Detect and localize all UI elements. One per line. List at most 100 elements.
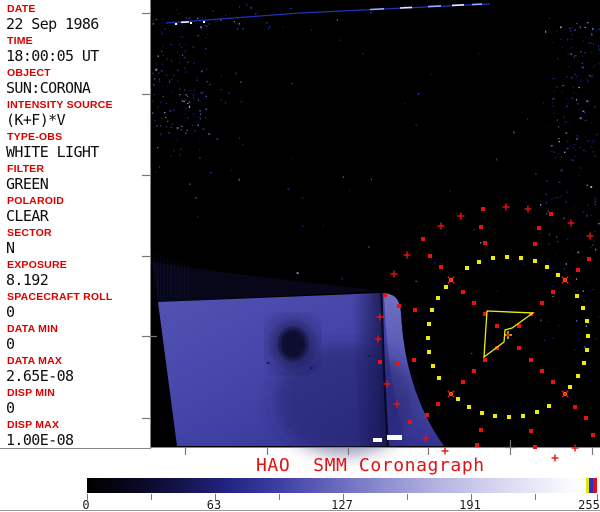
noise-speckle — [205, 16, 206, 17]
noise-speckle — [526, 202, 527, 203]
noise-speckle — [176, 128, 177, 129]
noise-speckle — [591, 52, 592, 53]
colorbar-tick-label: 63 — [207, 498, 221, 512]
noise-speckle — [581, 51, 582, 52]
noise-speckle — [159, 81, 160, 82]
grid-dot-red — [481, 207, 485, 211]
noise-speckle — [185, 51, 186, 53]
noise-speckle — [546, 213, 547, 214]
noise-speckle — [576, 320, 577, 322]
grid-dot-red — [425, 413, 429, 417]
noise-speckle — [161, 70, 163, 72]
diagonal-x-marker — [562, 277, 568, 283]
noise-speckle — [187, 130, 188, 131]
sun-center-marker — [507, 334, 510, 337]
noise-speckle — [595, 155, 596, 157]
noise-speckle — [573, 147, 574, 148]
noise-speckle — [225, 15, 226, 16]
noise-speckle — [337, 20, 338, 21]
noise-speckle — [595, 204, 596, 205]
grid-dot-red — [439, 265, 443, 269]
saturated-dash — [387, 435, 402, 440]
noise-speckle — [566, 263, 567, 264]
grid-dot-red — [529, 312, 533, 316]
grid-dot-red — [483, 312, 487, 316]
noise-speckle — [208, 133, 210, 135]
noise-speckle — [582, 56, 583, 57]
noise-speckle — [593, 67, 594, 68]
noise-speckle — [513, 132, 514, 134]
diagonal-x-marker — [449, 392, 453, 396]
noise-speckle — [551, 198, 552, 199]
sidebar-field-value: 8.192 — [6, 272, 150, 288]
noise-speckle — [584, 346, 586, 348]
noise-speckle — [206, 69, 207, 70]
grid-dot-red — [549, 212, 553, 216]
noise-speckle — [559, 141, 560, 142]
noise-speckle — [588, 42, 589, 44]
grid-dot-red — [479, 225, 483, 229]
noise-speckle — [576, 99, 577, 100]
noise-speckle — [582, 67, 584, 68]
dark-swath — [275, 345, 415, 455]
sparkle-pixel — [175, 23, 177, 25]
noise-speckle — [574, 156, 575, 157]
noise-speckle — [196, 77, 197, 78]
noise-speckle — [198, 124, 199, 126]
noise-speckle — [170, 127, 172, 128]
noise-speckle — [543, 102, 544, 103]
noise-speckle — [220, 99, 222, 100]
noise-speckle — [418, 93, 419, 95]
noise-speckle — [588, 141, 589, 142]
grid-dot-red — [587, 257, 591, 261]
grid-dot-yellow — [533, 259, 537, 263]
noise-speckle — [582, 111, 584, 112]
grid-dot-yellow — [431, 364, 435, 368]
noise-speckle — [215, 21, 217, 22]
grid-dot-yellow — [491, 256, 495, 260]
noise-speckle — [579, 109, 580, 110]
noise-speckle — [548, 243, 549, 245]
noise-speckle — [565, 201, 566, 203]
noise-speckle — [207, 34, 208, 35]
noise-speckle — [558, 138, 560, 139]
grid-dot-yellow — [585, 348, 589, 352]
noise-speckle — [200, 26, 202, 28]
noise-speckle — [201, 70, 202, 72]
noise-speckle — [194, 116, 195, 117]
sidebar-field: DATA MIN0 — [0, 320, 150, 352]
noise-speckle — [209, 84, 210, 85]
noise-speckle — [552, 286, 553, 287]
noise-speckle — [205, 117, 206, 118]
sidebar-field-value: SUN:CORONA — [6, 80, 150, 96]
noise-speckle — [202, 18, 203, 19]
noise-speckle — [201, 71, 202, 72]
noise-speckle — [496, 290, 497, 291]
noise-speckle — [287, 188, 289, 190]
noise-speckle — [546, 127, 547, 128]
noise-speckle — [580, 80, 581, 82]
grid-dot-red — [576, 268, 580, 272]
noise-speckle — [181, 129, 182, 130]
noise-speckle — [171, 79, 172, 80]
noise-speckle — [172, 123, 173, 124]
frame-edge-bright-dash — [452, 5, 464, 6]
colorbar-tick-label: 191 — [459, 498, 481, 512]
noise-speckle — [177, 69, 179, 71]
grid-dot-yellow — [545, 265, 549, 269]
noise-speckle — [176, 103, 177, 104]
noise-speckle — [576, 135, 578, 136]
noise-speckle — [221, 76, 222, 77]
noise-speckle — [596, 30, 597, 31]
noise-speckle — [591, 33, 592, 34]
sidebar-field-value: 0 — [6, 304, 150, 320]
noise-speckle — [567, 77, 568, 78]
noise-speckle — [184, 113, 185, 114]
noise-speckle — [589, 101, 590, 102]
sidebar-field-value: 18:00:05 UT — [6, 48, 150, 64]
frame-edge-bright-dash — [428, 6, 441, 7]
noise-speckle — [559, 182, 560, 183]
noise-speckle — [586, 336, 587, 338]
noise-speckle — [195, 197, 196, 198]
noise-speckle — [159, 79, 160, 80]
